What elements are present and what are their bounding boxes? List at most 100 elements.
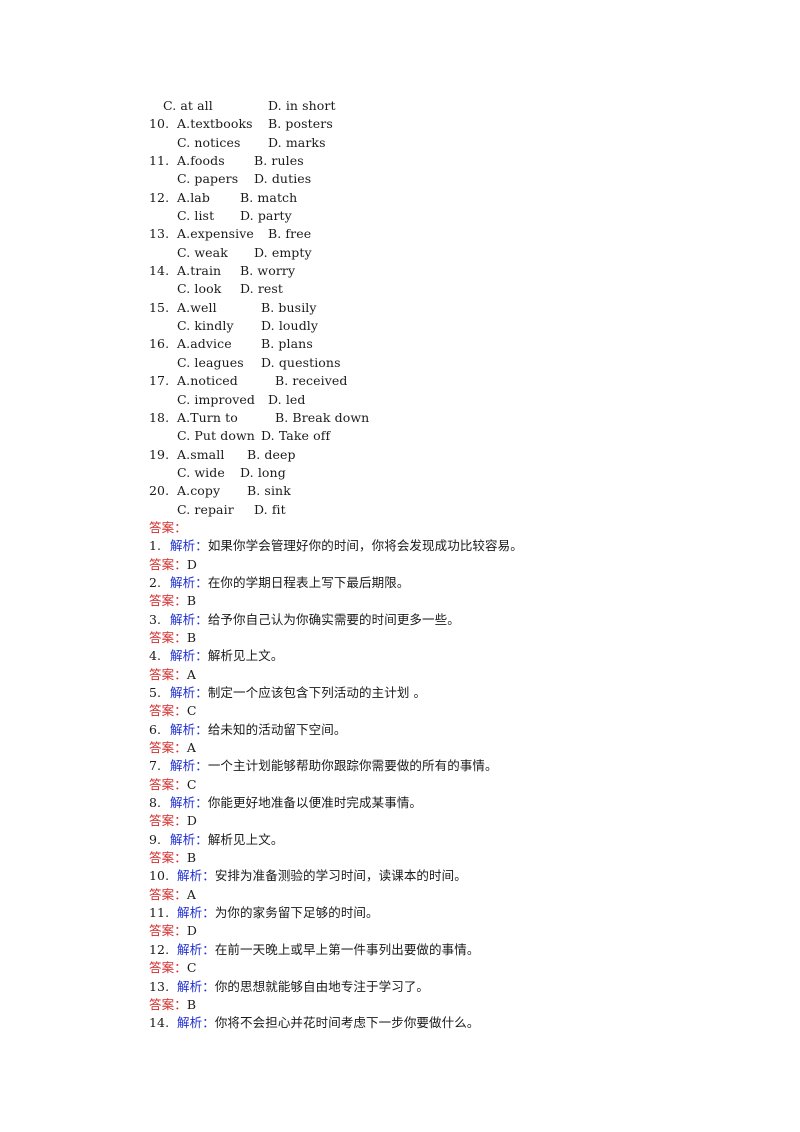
option-b: B. received [275,373,348,389]
option-a: A.lab [177,189,210,205]
answer-label: 答案： [149,813,187,829]
answer-label: 答案： [149,740,187,756]
explanation-label: 解析： [177,905,215,921]
question-number: 19. [149,446,170,462]
option-c: C. kindly [177,318,234,334]
question-12-cd: C. list D. party [149,207,709,225]
option-a: A.advice [177,336,232,352]
answer-value: D [186,813,197,829]
option-c: C. list [177,208,215,224]
option-c: C. wide [177,464,225,480]
explanation-number: 14. [149,1015,170,1031]
answer-5: 答案：C [149,702,709,720]
answer-value: C [186,776,197,792]
explanation-13: 13. 解析：你的思想就能够自由地专注于学习了。 [149,978,709,996]
option-c: C. notices [177,134,241,150]
option-a: A.textbooks [177,116,253,132]
answers-header: 答案： [149,519,709,537]
explanation-number: 5. [149,685,162,700]
explanation-4: 4. 解析：解析见上文。 [149,647,709,665]
explanation-14: 14. 解析：你将不会担心并花时间考虑下一步你要做什么。 [149,1014,709,1032]
document-page: C. at all D. in short 10. A.textbooks B. pos… [149,97,709,1033]
explanation-number: 7. [149,758,162,774]
answer-8: 答案：D [149,812,709,830]
option-a: A.train [177,263,222,279]
explanation-number: 11. [149,905,170,921]
answer-label: 答案： [149,629,187,645]
answer-13: 答案：B [149,996,709,1014]
explanation-label: 解析： [170,538,208,554]
option-b: B. deep [247,446,296,462]
answer-label: 答案： [149,593,187,609]
answer-label: 答案： [149,666,187,682]
question-16-ab: 16. A.advice B. plans [149,335,709,353]
option-d: D. fit [254,501,286,517]
explanation-7: 7. 解析：一个主计划能够帮助你跟踪你需要做的所有的事情。 [149,757,709,775]
explanation-text: 在前一天晚上或早上第一件事列出要做的事情。 [214,941,480,957]
question-number: 12. [149,189,170,205]
explanation-label: 解析： [177,978,215,994]
explanation-label: 解析： [170,758,208,774]
explanation-number: 4. [149,648,162,664]
option-d: D. party [240,208,292,224]
explanation-12: 12. 解析：在前一天晚上或早上第一件事列出要做的事情。 [149,941,709,959]
question-number: 16. [149,336,170,352]
explanation-label: 解析： [170,574,208,590]
option-c: C. weak [177,244,228,260]
answer-2: 答案：B [149,592,709,610]
explanation-text: 制定一个应该包含下列活动的主计划 。 [207,685,427,700]
option-a: A.noticed [177,373,238,389]
option-line-9-cd: C. at all D. in short [149,97,709,115]
option-c: C. papers [177,171,239,187]
option-a: A.Turn to [177,409,238,425]
question-number: 17. [149,373,170,389]
answer-label: 答案： [149,960,187,976]
option-b: B. match [240,189,298,205]
option-c: C. leagues [177,354,244,370]
question-number: 10. [149,116,170,132]
explanation-label: 解析： [177,868,215,884]
explanation-3: 3. 解析：给予你自己认为你确实需要的时间更多一些。 [149,611,709,629]
explanation-number: 1. [149,538,162,554]
answer-value: A [186,666,196,682]
answer-value: A [186,740,196,756]
option-b: B. busily [261,299,317,315]
question-11-cd: C. papers D. duties [149,170,709,188]
explanation-label: 解析： [177,1015,215,1031]
option-c: C. repair [177,501,234,517]
question-10-ab: 10. A.textbooks B. posters [149,115,709,133]
question-17-ab: 17. A.noticed B. received [149,372,709,390]
explanation-text: 一个主计划能够帮助你跟踪你需要做的所有的事情。 [207,758,498,774]
answer-label: 答案： [149,703,187,719]
explanation-text: 给未知的活动留下空间。 [207,721,347,737]
option-a: A.well [177,299,217,315]
answer-value: C [186,960,197,976]
question-18-ab: 18. A.Turn to B. Break down [149,409,709,427]
option-d: D. in short [268,98,336,113]
question-20-cd: C. repair D. fit [149,501,709,519]
explanation-11: 11. 解析：为你的家务留下足够的时间。 [149,904,709,922]
answer-value: B [186,850,197,866]
answer-label: 答案： [149,996,187,1012]
question-17-cd: C. improved D. led [149,391,709,409]
option-d: D. led [268,391,306,407]
option-a: A.small [177,446,225,462]
explanation-number: 12. [149,941,170,957]
explanation-label: 解析： [170,648,208,664]
answer-label: 答案： [149,886,187,902]
explanation-2: 2. 解析：在你的学期日程表上写下最后期限。 [149,574,709,592]
answer-1: 答案：D [149,556,709,574]
question-19-cd: C. wide D. long [149,464,709,482]
question-number: 14. [149,263,170,279]
answer-value: B [186,996,197,1012]
explanation-text: 给予你自己认为你确实需要的时间更多一些。 [207,611,460,627]
explanation-number: 8. [149,795,162,811]
answer-value: D [186,923,197,939]
explanation-number: 9. [149,831,162,847]
question-14-ab: 14. A.train B. worry [149,262,709,280]
question-16-cd: C. leagues D. questions [149,354,709,372]
answer-12: 答案：C [149,959,709,977]
option-c: C. at all [163,98,213,113]
explanation-label: 解析： [170,795,208,811]
question-15-cd: C. kindly D. loudly [149,317,709,335]
